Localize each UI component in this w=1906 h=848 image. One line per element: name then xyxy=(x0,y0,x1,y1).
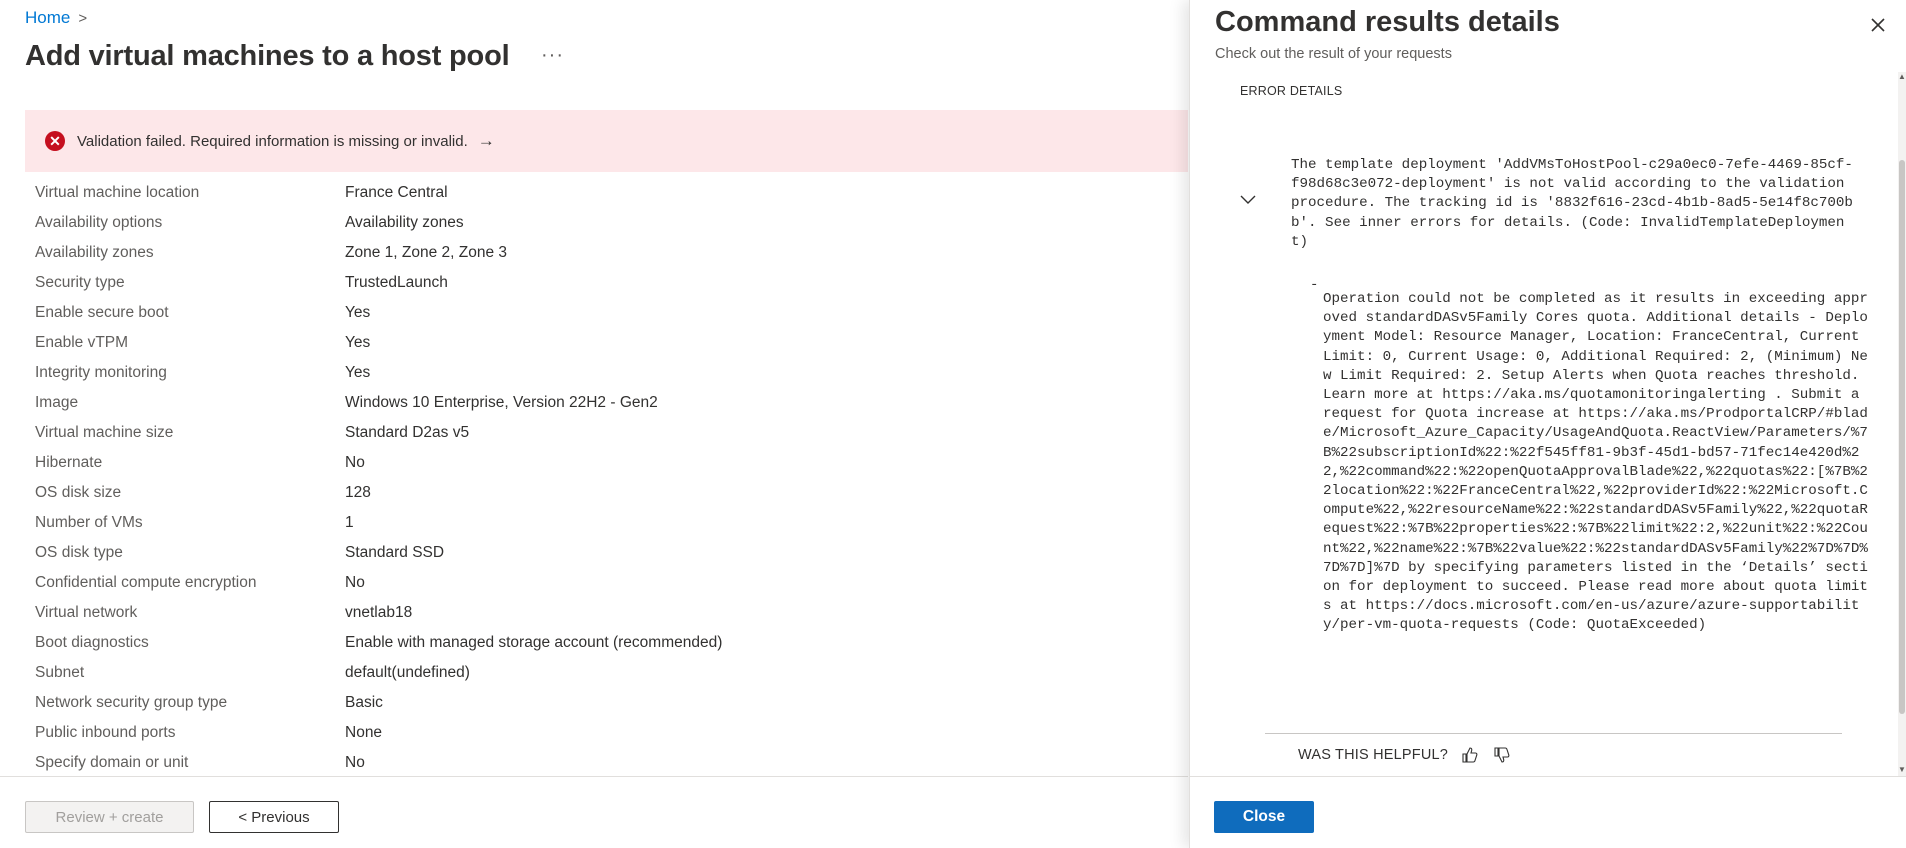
summary-value: Yes xyxy=(345,304,371,321)
previous-button[interactable]: < Previous xyxy=(209,801,339,833)
summary-row: Subnet default(undefined) xyxy=(35,658,1175,688)
summary-value: Standard D2as v5 xyxy=(345,424,470,441)
summary-row: Specify domain or unit No xyxy=(35,748,1175,778)
page-title: Add virtual machines to a host pool xyxy=(25,40,510,72)
inner-error-message: Operation could not be completed as it r… xyxy=(1323,291,1868,634)
breadcrumb-home-link[interactable]: Home xyxy=(25,8,70,28)
error-details-heading: ERROR DETAILS xyxy=(1240,84,1343,98)
main-blade: Home > Add virtual machines to a host po… xyxy=(0,0,1188,848)
summary-label: Subnet xyxy=(35,664,85,681)
more-options-button[interactable]: ··· xyxy=(541,44,564,67)
panel-footer-divider xyxy=(1189,776,1906,777)
summary-value: No xyxy=(345,454,365,471)
summary-row: Availability zones Zone 1, Zone 2, Zone 3 xyxy=(35,238,1175,268)
review-create-button[interactable]: Review + create xyxy=(25,801,194,833)
summary-value: Standard SSD xyxy=(345,544,445,561)
summary-value: TrustedLaunch xyxy=(345,274,448,291)
summary-row: Virtual machine size Standard D2as v5 xyxy=(35,418,1175,448)
summary-value: Yes xyxy=(345,364,371,381)
panel-scrollbar-thumb[interactable] xyxy=(1899,160,1905,714)
scroll-down-arrow-icon[interactable]: ▼ xyxy=(1898,765,1906,775)
error-circle-icon: ✕ xyxy=(45,131,65,151)
thumbs-down-icon[interactable] xyxy=(1492,745,1512,765)
command-results-panel: Command results details Check out the re… xyxy=(1189,0,1906,848)
summary-row: Confidential compute encryption No xyxy=(35,568,1175,598)
summary-value: Yes xyxy=(345,334,371,351)
summary-value: France Central xyxy=(345,184,448,201)
close-icon[interactable] xyxy=(1865,12,1891,38)
close-button[interactable]: Close xyxy=(1214,801,1314,833)
summary-row: Availability options Availability zones xyxy=(35,208,1175,238)
panel-title: Command results details xyxy=(1215,6,1560,38)
summary-value: No xyxy=(345,574,365,591)
summary-value: No xyxy=(345,754,365,771)
summary-row: Virtual machine location France Central xyxy=(35,178,1175,208)
summary-label: Number of VMs xyxy=(35,514,143,531)
footer-divider xyxy=(0,776,1188,777)
validation-banner: ✕ Validation failed. Required informatio… xyxy=(25,110,1188,172)
scroll-up-arrow-icon[interactable]: ▲ xyxy=(1898,72,1906,82)
summary-label: Public inbound ports xyxy=(35,724,176,741)
helpful-label: WAS THIS HELPFUL? xyxy=(1298,747,1449,763)
breadcrumb: Home > xyxy=(25,8,87,28)
summary-row: Integrity monitoring Yes xyxy=(35,358,1175,388)
summary-row: OS disk type Standard SSD xyxy=(35,538,1175,568)
summary-label: Security type xyxy=(35,274,125,291)
summary-label: Hibernate xyxy=(35,454,103,471)
validation-arrow-link[interactable]: → xyxy=(478,131,495,151)
summary-value: 1 xyxy=(345,514,354,531)
summary-value: Enable with managed storage account (rec… xyxy=(345,634,723,651)
summary-label: OS disk type xyxy=(35,544,123,561)
summary-label: Availability zones xyxy=(35,244,154,261)
summary-row: Security type TrustedLaunch xyxy=(35,268,1175,298)
panel-subtitle: Check out the result of your requests xyxy=(1215,46,1452,62)
summary-value: None xyxy=(345,724,383,741)
summary-value: Basic xyxy=(345,694,383,711)
summary-value: Zone 1, Zone 2, Zone 3 xyxy=(345,244,507,261)
summary-row: Enable vTPM Yes xyxy=(35,328,1175,358)
summary-row: Network security group type Basic xyxy=(35,688,1175,718)
error-main-message: The template deployment 'AddVMsToHostPoo… xyxy=(1291,157,1853,250)
summary-value: vnetlab18 xyxy=(345,604,413,621)
summary-label: Integrity monitoring xyxy=(35,364,167,381)
summary-label: Confidential compute encryption xyxy=(35,574,257,591)
helpful-divider xyxy=(1265,733,1842,734)
summary-label: Network security group type xyxy=(35,694,228,711)
inner-error-bullet: - xyxy=(1310,277,1319,293)
summary-row: Enable secure boot Yes xyxy=(35,298,1175,328)
summary-label: Enable vTPM xyxy=(35,334,129,351)
summary-row: Virtual network vnetlab18 xyxy=(35,598,1175,628)
error-details-content: The template deployment 'AddVMsToHostPoo… xyxy=(1215,116,1875,776)
feedback-row: WAS THIS HELPFUL? xyxy=(1298,745,1512,765)
summary-label: Availability options xyxy=(35,214,163,231)
chevron-down-icon[interactable] xyxy=(1239,194,1257,206)
summary-value: default(undefined) xyxy=(345,664,470,681)
summary-row: OS disk size 128 xyxy=(35,478,1175,508)
summary-row: Public inbound ports None xyxy=(35,718,1175,748)
summary-label: Virtual machine location xyxy=(35,184,200,201)
summary-value: 128 xyxy=(345,484,371,501)
summary-label: Virtual network xyxy=(35,604,138,621)
summary-label: Boot diagnostics xyxy=(35,634,149,651)
breadcrumb-separator: > xyxy=(78,9,88,27)
thumbs-up-icon[interactable] xyxy=(1460,745,1480,765)
summary-label: Virtual machine size xyxy=(35,424,174,441)
validation-message: Validation failed. Required information … xyxy=(77,132,468,150)
summary-list: Virtual machine location France Central A… xyxy=(35,178,1175,778)
summary-label: Image xyxy=(35,394,79,411)
summary-row: Number of VMs 1 xyxy=(35,508,1175,538)
summary-label: Enable secure boot xyxy=(35,304,169,321)
summary-value: Windows 10 Enterprise, Version 22H2 - Ge… xyxy=(345,394,658,411)
summary-row: Image Windows 10 Enterprise, Version 22H2… xyxy=(35,388,1175,418)
summary-label: Specify domain or unit xyxy=(35,754,189,771)
summary-row: Boot diagnostics Enable with managed stor… xyxy=(35,628,1175,658)
summary-value: Availability zones xyxy=(345,214,464,231)
summary-label: OS disk size xyxy=(35,484,122,501)
summary-row: Hibernate No xyxy=(35,448,1175,478)
